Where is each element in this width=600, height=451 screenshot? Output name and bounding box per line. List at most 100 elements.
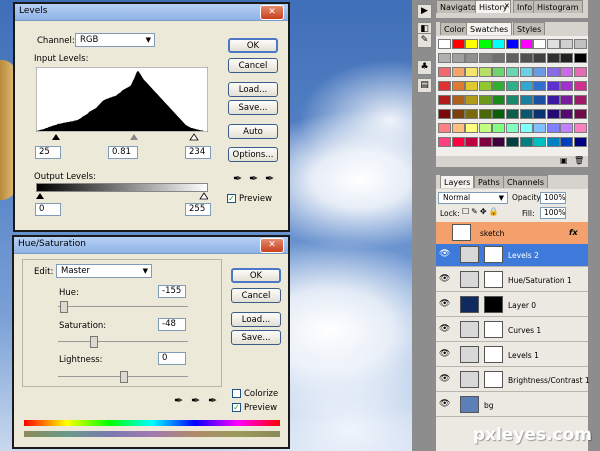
tab-channels[interactable]: Channels xyxy=(503,175,549,188)
tab-color[interactable]: Color xyxy=(440,22,469,35)
swatch[interactable] xyxy=(533,137,547,147)
swatch[interactable] xyxy=(438,39,451,49)
hue-sat-load-button[interactable]: Load... xyxy=(231,312,281,327)
output-white-slider[interactable] xyxy=(199,192,208,200)
swatch[interactable] xyxy=(478,123,492,133)
swatch[interactable] xyxy=(574,39,587,49)
input-slider-track[interactable] xyxy=(36,132,208,142)
swatch[interactable] xyxy=(546,109,560,119)
input-low-field[interactable]: 25 xyxy=(35,146,61,159)
layers-tool-icon[interactable]: ▤ xyxy=(417,78,432,93)
swatch[interactable] xyxy=(465,67,479,77)
swatch[interactable] xyxy=(574,109,587,119)
swatch[interactable] xyxy=(465,123,479,133)
swatch[interactable] xyxy=(519,123,533,133)
swatch[interactable] xyxy=(438,109,451,119)
swatch[interactable] xyxy=(560,81,574,91)
swatch[interactable] xyxy=(546,67,560,77)
lightness-field[interactable]: 0 xyxy=(158,352,186,365)
colorize-checkbox[interactable] xyxy=(232,389,241,398)
levels-titlebar[interactable]: Levels ✕ xyxy=(15,4,288,21)
hue-sat-titlebar[interactable]: Hue/Saturation ✕ xyxy=(14,237,288,254)
clone-icon[interactable]: ♣ xyxy=(417,60,432,75)
swatch[interactable] xyxy=(546,123,560,133)
swatch[interactable] xyxy=(506,39,519,49)
levels-options-button[interactable]: Options... xyxy=(228,147,278,162)
swatch[interactable] xyxy=(560,67,574,77)
swatch[interactable] xyxy=(451,53,465,63)
swatch[interactable] xyxy=(533,95,547,105)
swatch[interactable] xyxy=(533,67,547,77)
saturation-slider-thumb[interactable] xyxy=(90,336,98,348)
levels-auto-button[interactable]: Auto xyxy=(228,124,278,139)
swatch[interactable] xyxy=(519,81,533,91)
trash-icon[interactable]: 🗑 xyxy=(574,156,584,165)
layer-row[interactable]: 👁 Hue/Saturation 1 xyxy=(436,269,588,292)
lock-icons[interactable]: ☐✎✥🔒 xyxy=(462,207,501,216)
hue-slider-track[interactable] xyxy=(58,306,188,307)
swatch[interactable] xyxy=(451,109,465,119)
swatch[interactable] xyxy=(533,123,547,133)
swatch[interactable] xyxy=(438,123,451,133)
swatch[interactable] xyxy=(465,81,479,91)
swatch[interactable] xyxy=(506,137,519,147)
swatch[interactable] xyxy=(546,81,560,91)
eye-icon[interactable]: 👁 xyxy=(439,399,450,409)
swatch[interactable] xyxy=(438,67,451,77)
play-icon[interactable]: ▶ xyxy=(417,4,432,19)
layer-row[interactable]: 👁 Levels 1 xyxy=(436,344,588,367)
swatch[interactable] xyxy=(546,137,560,147)
eye-icon[interactable]: 👁 xyxy=(439,324,450,334)
swatch[interactable] xyxy=(492,95,506,105)
swatch[interactable] xyxy=(533,81,547,91)
swatch[interactable] xyxy=(574,67,587,77)
tab-layers[interactable]: Layers xyxy=(440,175,475,188)
swatch[interactable] xyxy=(560,109,574,119)
output-low-field[interactable]: 0 xyxy=(35,203,61,216)
swatch[interactable] xyxy=(478,137,492,147)
swatch[interactable] xyxy=(533,39,547,49)
swatch[interactable] xyxy=(492,109,506,119)
levels-save-button[interactable]: Save... xyxy=(228,100,278,115)
swatch[interactable] xyxy=(533,109,547,119)
swatch[interactable] xyxy=(560,39,574,49)
swatch[interactable] xyxy=(451,39,465,49)
swatch[interactable] xyxy=(506,67,519,77)
levels-load-button[interactable]: Load... xyxy=(228,82,278,97)
layer-row[interactable]: 👁 bg xyxy=(436,394,588,417)
swatch[interactable] xyxy=(506,81,519,91)
tab-histogram[interactable]: Histogram xyxy=(533,0,583,13)
swatch[interactable] xyxy=(451,81,465,91)
add-eyedropper-icon[interactable]: ✒ xyxy=(191,394,200,407)
hue-sat-close-button[interactable]: ✕ xyxy=(260,238,284,253)
output-black-slider[interactable] xyxy=(36,193,44,199)
tab-swatches[interactable]: Swatches xyxy=(466,22,513,35)
channel-select[interactable]: RGB ▼ xyxy=(75,33,155,47)
swatch[interactable] xyxy=(546,95,560,105)
gray-eyedropper-icon[interactable]: ✒ xyxy=(249,172,258,185)
swatch[interactable] xyxy=(492,137,506,147)
swatch[interactable] xyxy=(451,123,465,133)
swatch[interactable] xyxy=(492,123,506,133)
swatch[interactable] xyxy=(438,95,451,105)
fill-field[interactable]: 100% xyxy=(540,207,566,219)
saturation-slider-track[interactable] xyxy=(58,341,188,342)
input-high-field[interactable]: 234 xyxy=(185,146,211,159)
black-eyedropper-icon[interactable]: ✒ xyxy=(233,172,242,185)
saturation-field[interactable]: -48 xyxy=(158,318,186,331)
layer-row[interactable]: 👁 Levels 2 xyxy=(436,244,588,267)
swatch[interactable] xyxy=(451,67,465,77)
tab-paths[interactable]: Paths xyxy=(474,175,504,188)
layer-row[interactable]: 👁 Curves 1 xyxy=(436,319,588,342)
output-slider-track[interactable] xyxy=(36,192,208,200)
input-mid-field[interactable]: 0.81 xyxy=(108,146,138,159)
swatch[interactable] xyxy=(478,109,492,119)
swatch[interactable] xyxy=(451,95,465,105)
swatch[interactable] xyxy=(478,95,492,105)
levels-cancel-button[interactable]: Cancel xyxy=(228,58,278,73)
swatch[interactable] xyxy=(574,137,587,147)
hue-sat-ok-button[interactable]: OK xyxy=(231,268,281,283)
swatch[interactable] xyxy=(451,137,465,147)
swatch[interactable] xyxy=(492,81,506,91)
swatch[interactable] xyxy=(492,39,506,49)
